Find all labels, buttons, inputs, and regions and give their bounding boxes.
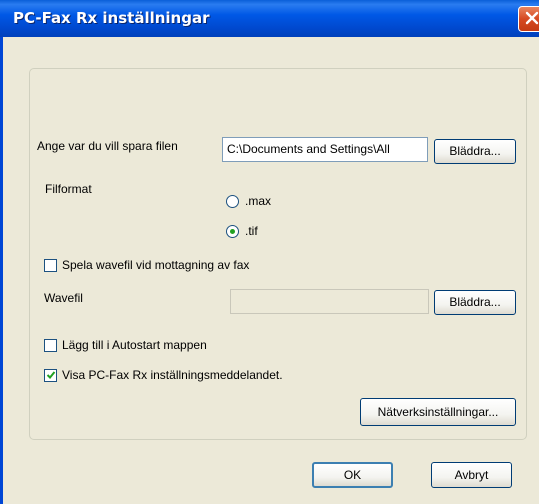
save-path-field[interactable]: C:\Documents and Settings\All <box>222 137 428 162</box>
network-settings-button[interactable]: Nätverksinställningar... <box>360 398 516 426</box>
autostart-checkbox[interactable] <box>44 339 57 352</box>
ok-button[interactable]: OK <box>312 462 393 488</box>
title-bar[interactable]: PC-Fax Rx inställningar <box>0 0 539 37</box>
autostart-label: Lägg till i Autostart mappen <box>62 338 207 352</box>
play-wave-label: Spela wavefil vid mottagning av fax <box>62 258 250 272</box>
checkmark-icon <box>46 371 56 379</box>
radio-selected-dot <box>230 229 235 234</box>
wave-file-label: Wavefil <box>44 291 83 305</box>
window-frame <box>0 37 3 504</box>
show-message-label: Visa PC-Fax Rx inställningsmeddelandet. <box>62 368 283 382</box>
cancel-button[interactable]: Avbryt <box>431 462 512 488</box>
file-format-label: Filformat <box>45 182 92 196</box>
close-icon <box>525 11 539 25</box>
dialog-window: PC-Fax Rx inställningar Ange var du vill… <box>0 0 539 504</box>
browse-wave-file-button[interactable]: Bläddra... <box>434 290 516 315</box>
play-wave-checkbox[interactable] <box>44 259 57 272</box>
format-tif-label: .tif <box>245 224 258 238</box>
window-title: PC-Fax Rx inställningar <box>13 9 210 27</box>
radio-format-tif[interactable] <box>226 225 239 238</box>
radio-format-max[interactable] <box>226 195 239 208</box>
save-location-label: Ange var du vill spara filen <box>37 139 178 153</box>
wave-file-field[interactable] <box>230 289 429 314</box>
browse-save-path-button[interactable]: Bläddra... <box>434 139 516 164</box>
show-message-checkbox[interactable] <box>44 369 57 382</box>
format-max-label: .max <box>245 194 272 208</box>
settings-group <box>29 68 527 440</box>
close-button[interactable] <box>518 6 539 32</box>
